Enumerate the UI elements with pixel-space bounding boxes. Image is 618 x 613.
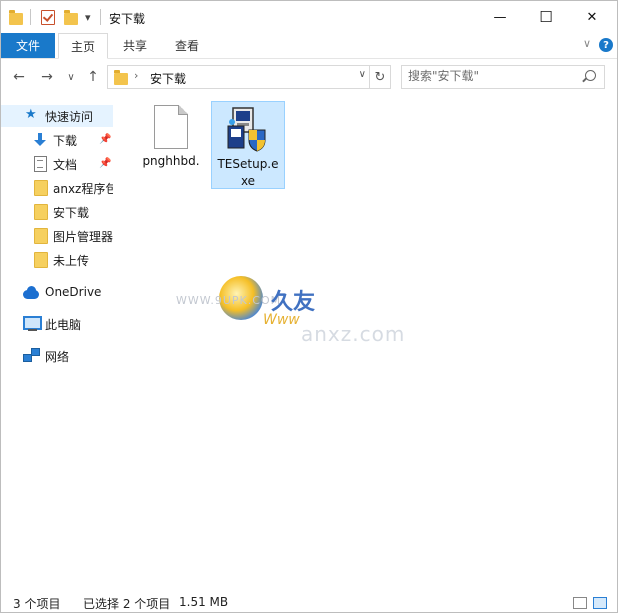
- address-path[interactable]: 安下载: [150, 70, 186, 87]
- watermark-url: WWW.9UPK.COM: [176, 294, 282, 307]
- sidebar-item-downloads[interactable]: 下载 📌: [1, 129, 113, 151]
- close-button[interactable]: ✕: [569, 1, 615, 33]
- help-icon[interactable]: ?: [599, 38, 613, 52]
- ribbon-expand-icon[interactable]: ∨: [583, 37, 591, 50]
- status-item-count: 3 个项目: [13, 597, 61, 611]
- sidebar-item-network[interactable]: 网络: [1, 345, 113, 367]
- file-name: pnghhbd.: [142, 154, 200, 168]
- forward-button[interactable]: →: [37, 67, 57, 87]
- folder-icon: [34, 228, 48, 244]
- new-folder-icon[interactable]: [64, 8, 78, 26]
- sidebar-item-label: 图片管理器: [53, 229, 113, 244]
- path-separator-icon[interactable]: ›: [134, 69, 138, 82]
- ribbon-tabs: 文件 主页 共享 查看 ∨ ?: [1, 33, 617, 59]
- navigation-bar: ← → ∨ ↑ › 安下载 ∨ ↻: [1, 59, 617, 95]
- title-separator: [100, 8, 101, 26]
- sidebar-item-picture-manager[interactable]: 图片管理器: [1, 225, 113, 247]
- folder-icon: [34, 180, 48, 196]
- tab-share[interactable]: 共享: [113, 33, 157, 58]
- search-box[interactable]: [401, 65, 605, 89]
- document-icon: [34, 156, 47, 172]
- sidebar-item-label: 网络: [45, 349, 70, 364]
- recent-locations-button[interactable]: ∨: [61, 67, 81, 87]
- download-arrow-icon: [34, 133, 46, 147]
- sidebar-item-label: OneDrive: [45, 285, 102, 299]
- properties-check-icon[interactable]: [41, 8, 55, 26]
- tab-file[interactable]: 文件: [1, 33, 55, 58]
- details-view-icon[interactable]: [573, 597, 587, 609]
- sidebar-item-documents[interactable]: 文档 📌: [1, 153, 113, 175]
- large-icons-view-icon[interactable]: [593, 597, 607, 609]
- file-explorer-window: ▾ 安下载 — ☐ ✕ 文件 主页 共享 查看 ∨ ? ← → ∨ ↑ › 安下…: [0, 0, 618, 613]
- refresh-button[interactable]: ↻: [369, 66, 390, 88]
- navigation-pane: ★ 快速访问 下载 📌 文档 📌 anxz程序包 安下载 图片管理器 未上传 O…: [1, 101, 113, 591]
- sidebar-item-onedrive[interactable]: OneDrive: [1, 281, 113, 303]
- blank-file-icon: [154, 105, 188, 149]
- tab-view[interactable]: 查看: [165, 33, 209, 58]
- window-title: 安下载: [109, 12, 146, 26]
- maximize-button[interactable]: ☐: [523, 1, 569, 33]
- sidebar-item-anxz[interactable]: anxz程序包: [1, 177, 113, 199]
- qat-dropdown-icon[interactable]: ▾: [85, 8, 91, 26]
- title-bar: ▾ 安下载 — ☐ ✕: [1, 1, 617, 33]
- back-button[interactable]: ←: [9, 67, 29, 87]
- file-item[interactable]: TESetup.exe: [211, 101, 285, 189]
- watermark-www: Www: [263, 312, 300, 328]
- pin-icon[interactable]: 📌: [99, 158, 111, 169]
- network-icon: [23, 348, 40, 362]
- sidebar-item-this-pc[interactable]: 此电脑: [1, 313, 113, 335]
- sidebar-item-label: 未上传: [53, 253, 90, 268]
- file-name: TESetup.exe: [217, 157, 279, 188]
- star-icon: ★: [25, 107, 37, 122]
- file-item[interactable]: pnghhbd.: [135, 105, 207, 170]
- status-selection: 已选择 2 个项目: [83, 597, 171, 611]
- folder-icon: [34, 204, 48, 220]
- pin-icon[interactable]: 📌: [99, 134, 111, 145]
- sidebar-item-not-uploaded[interactable]: 未上传: [1, 249, 113, 271]
- qat-separator: [30, 8, 31, 26]
- sidebar-item-label: 安下载: [53, 205, 90, 220]
- up-button[interactable]: ↑: [83, 67, 103, 87]
- sidebar-item-anxiazai[interactable]: 安下载: [1, 201, 113, 223]
- status-bar: 3 个项目 已选择 2 个项目 1.51 MB: [1, 592, 617, 612]
- sidebar-item-quick-access[interactable]: ★ 快速访问: [1, 105, 113, 127]
- tab-home[interactable]: 主页: [58, 33, 108, 59]
- setup-installer-icon: [223, 104, 273, 154]
- search-input[interactable]: [408, 68, 578, 84]
- quick-access-folder-icon[interactable]: [9, 8, 23, 26]
- watermark: WWW.9UPK.COM 久友 Www anxz.com: [176, 266, 441, 346]
- status-size: 1.51 MB: [179, 595, 229, 609]
- watermark-domain: anxz.com: [301, 322, 406, 346]
- search-icon[interactable]: [585, 70, 596, 81]
- folder-icon: [34, 252, 48, 268]
- minimize-button[interactable]: —: [477, 1, 523, 33]
- sidebar-item-label: 文档: [53, 157, 78, 172]
- computer-icon: [23, 316, 42, 331]
- address-bar[interactable]: › 安下载 ∨ ↻: [107, 65, 391, 89]
- onedrive-cloud-icon: [23, 286, 39, 299]
- sidebar-item-label: 快速访问: [45, 109, 94, 124]
- address-dropdown-icon[interactable]: ∨: [359, 69, 366, 80]
- address-folder-icon: [114, 70, 128, 85]
- sidebar-item-label: 此电脑: [45, 317, 82, 332]
- sidebar-item-label: 下载: [53, 133, 78, 148]
- sidebar-item-label: anxz程序包: [53, 181, 113, 196]
